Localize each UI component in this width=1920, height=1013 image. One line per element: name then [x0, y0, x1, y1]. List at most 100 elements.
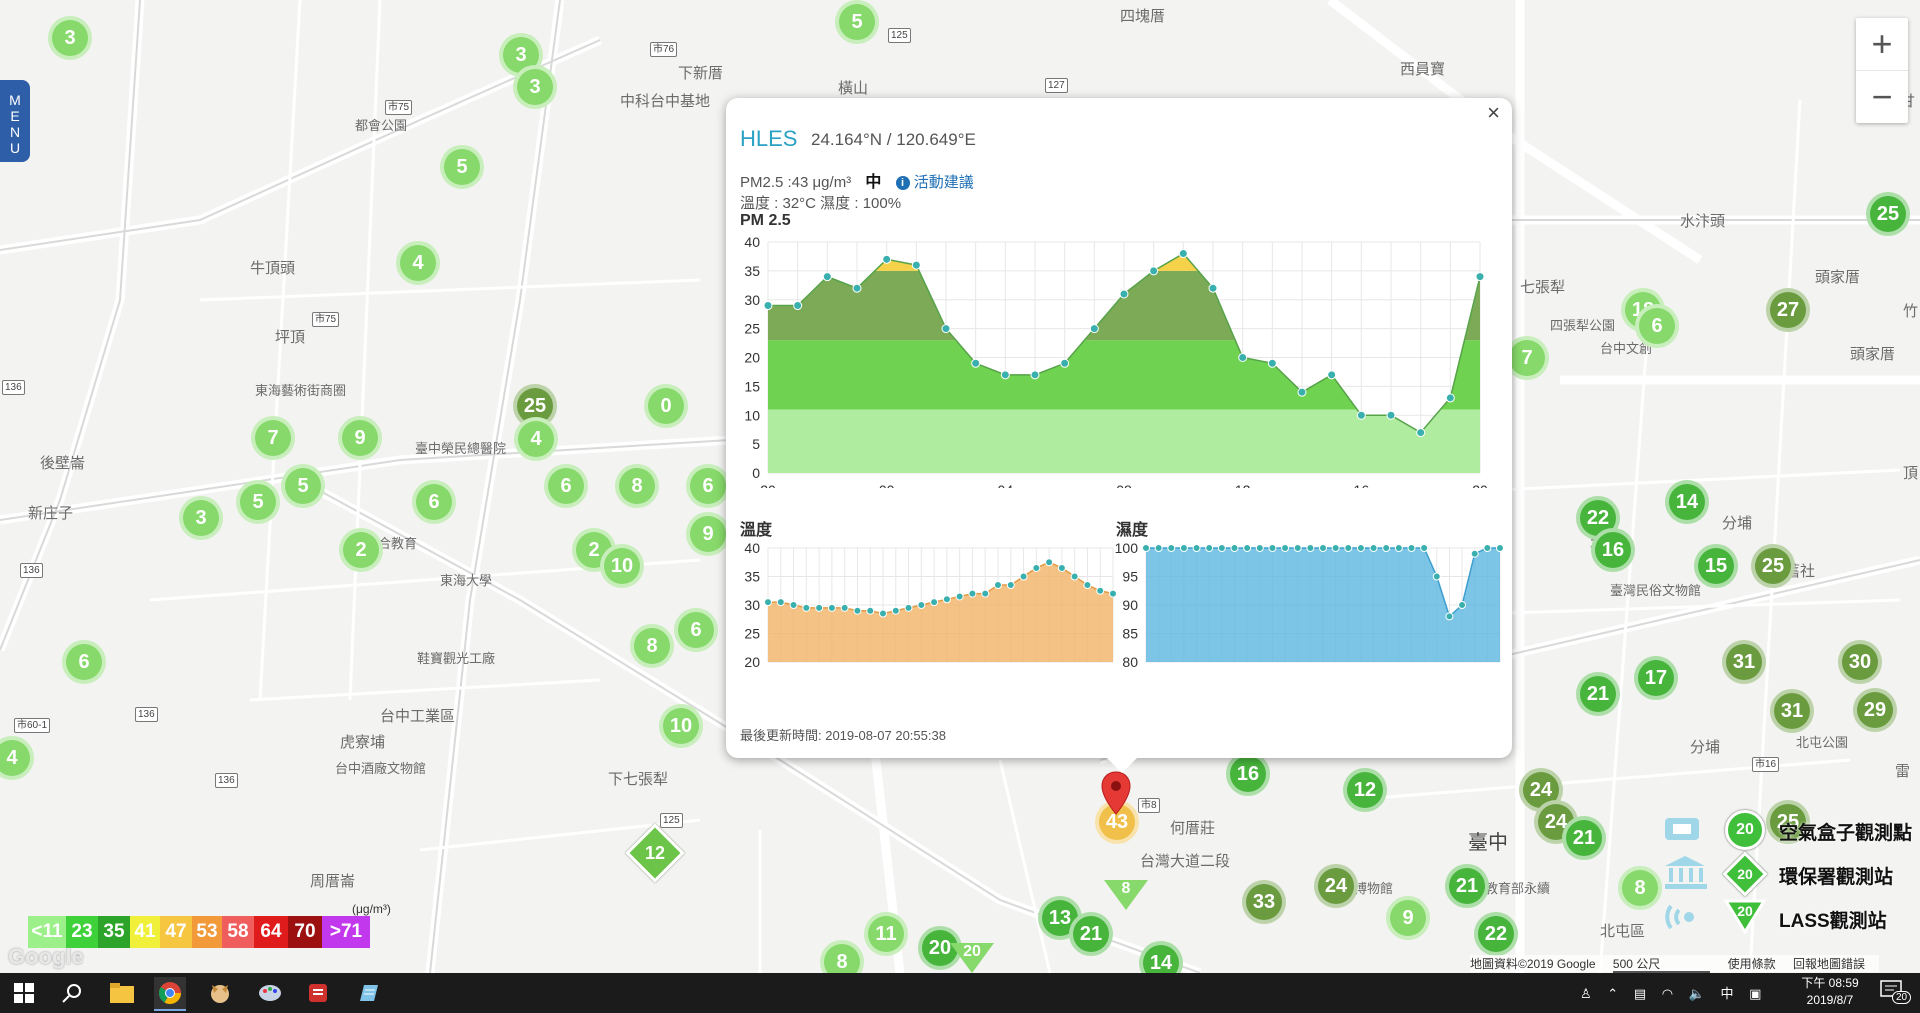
menu-tab[interactable]: MENU: [0, 80, 30, 162]
airbox-layer-toggle[interactable]: 20 空氣盒子觀測點: [1655, 810, 1920, 850]
y-tick-label: 25: [744, 626, 760, 642]
zoom-out-button[interactable]: −: [1856, 70, 1908, 123]
station-cluster-marker[interactable]: 14: [1665, 480, 1709, 524]
location-pin-icon[interactable]: [1100, 770, 1132, 818]
app-button[interactable]: [352, 977, 384, 1009]
station-cluster-marker[interactable]: 21: [1576, 672, 1620, 716]
red-app-icon: [309, 984, 327, 1002]
station-cluster-marker[interactable]: 6: [1635, 304, 1679, 348]
station-cluster-marker[interactable]: 31: [1770, 689, 1814, 733]
place-label: 坪頂: [275, 329, 306, 346]
station-cluster-marker[interactable]: 25: [1866, 192, 1910, 236]
data-point: [1458, 601, 1467, 609]
x-tick-label: 12: [1235, 482, 1251, 488]
system-clock[interactable]: 下午 08:59 2019/8/7: [1790, 975, 1870, 1009]
place-label: 下新厝: [678, 65, 724, 82]
station-cluster-marker[interactable]: 0: [644, 384, 688, 428]
station-cluster-marker[interactable]: 25: [1751, 544, 1795, 588]
y-tick-label: 5: [752, 436, 760, 452]
station-cluster-marker[interactable]: 31: [1722, 640, 1766, 684]
station-cluster-marker[interactable]: 9: [338, 416, 382, 460]
people-icon[interactable]: ♙: [1580, 986, 1592, 1001]
search-button[interactable]: [56, 977, 88, 1009]
station-cluster-marker[interactable]: 4: [396, 241, 440, 285]
volume-icon[interactable]: 🔈: [1689, 986, 1705, 1001]
network-icon[interactable]: ▤: [1634, 986, 1646, 1001]
station-cluster-marker[interactable]: 30: [1838, 640, 1882, 684]
file-explorer-button[interactable]: [106, 977, 138, 1009]
airbox-marker-icon: 20: [1725, 810, 1765, 850]
y-tick-label: 30: [744, 292, 760, 308]
data-point: [1356, 544, 1365, 552]
chevron-up-icon[interactable]: ⌃: [1607, 986, 1618, 1001]
station-cluster-marker[interactable]: 21: [1069, 912, 1113, 956]
station-cluster-marker[interactable]: 8: [630, 624, 674, 668]
station-cluster-marker[interactable]: 5: [835, 0, 879, 44]
station-cluster-marker[interactable]: 21: [1445, 864, 1489, 908]
y-tick-label: 40: [744, 234, 760, 250]
station-cluster-marker[interactable]: 5: [281, 464, 325, 508]
lass-station-marker[interactable]: 20: [950, 943, 994, 973]
station-cluster-marker[interactable]: 22: [1474, 912, 1518, 956]
station-cluster-marker[interactable]: 6: [674, 608, 718, 652]
station-cluster-marker[interactable]: 33: [1242, 880, 1286, 924]
last-updated-time: 最後更新時間: 2019-08-07 20:55:38: [740, 728, 946, 743]
station-cluster-marker[interactable]: 11: [864, 912, 908, 956]
station-cluster-marker[interactable]: 16: [1591, 528, 1635, 572]
station-cluster-marker[interactable]: 3: [513, 65, 557, 109]
station-cluster-marker[interactable]: 21: [1562, 816, 1606, 860]
station-cluster-marker[interactable]: 7: [251, 416, 295, 460]
station-cluster-marker[interactable]: 9: [686, 512, 730, 556]
report-error-link[interactable]: 回報地圖錯誤: [1793, 957, 1865, 971]
station-cluster-marker[interactable]: 2: [339, 528, 383, 572]
station-cluster-marker[interactable]: 6: [412, 480, 456, 524]
lass-station-marker[interactable]: 8: [1104, 880, 1148, 910]
station-cluster-marker[interactable]: 6: [62, 640, 106, 684]
station-cluster-marker[interactable]: 10: [600, 544, 644, 588]
epa-layer-label: 環保署觀測站: [1779, 867, 1894, 888]
station-cluster-marker[interactable]: 4: [514, 417, 558, 461]
station-cluster-marker[interactable]: 5: [236, 480, 280, 524]
activity-advice-link[interactable]: i 活動建議: [895, 174, 974, 191]
station-cluster-marker[interactable]: 27: [1766, 288, 1810, 332]
wifi-icon[interactable]: ◠: [1662, 986, 1673, 1001]
chrome-button[interactable]: [154, 977, 186, 1011]
close-popup-button[interactable]: ×: [1487, 100, 1500, 126]
start-button[interactable]: [8, 977, 40, 1009]
terms-link[interactable]: 使用條款: [1728, 957, 1776, 971]
station-cluster-marker[interactable]: 5: [440, 145, 484, 189]
app-button[interactable]: [204, 977, 236, 1009]
data-point: [1045, 558, 1054, 567]
app-button[interactable]: [302, 977, 334, 1009]
station-cluster-marker[interactable]: 16: [1226, 752, 1270, 796]
station-cluster-marker[interactable]: 9: [1386, 896, 1430, 940]
station-cluster-marker[interactable]: 3: [179, 496, 223, 540]
station-cluster-marker[interactable]: 17: [1634, 656, 1678, 700]
station-cluster-marker[interactable]: 10: [659, 704, 703, 748]
place-label: 七張犁: [1520, 279, 1566, 296]
app-button[interactable]: [254, 977, 286, 1009]
place-label: 周厝崙: [310, 873, 356, 890]
zoom-in-button[interactable]: +: [1856, 18, 1908, 70]
y-tick-label: 0: [752, 465, 760, 481]
pm-band-area: [768, 409, 1480, 473]
keyboard-icon[interactable]: ▣: [1749, 986, 1761, 1001]
station-cluster-marker[interactable]: 15: [1694, 544, 1738, 588]
station-cluster-marker[interactable]: 24: [1314, 864, 1358, 908]
data-point: [1089, 324, 1099, 334]
station-cluster-marker[interactable]: 29: [1853, 688, 1897, 732]
data-point: [866, 606, 875, 615]
station-cluster-marker[interactable]: 8: [615, 464, 659, 508]
notifications-button[interactable]: 20: [1880, 979, 1912, 1007]
road-number: 136: [20, 563, 43, 578]
data-point: [1267, 358, 1277, 368]
lass-layer-toggle[interactable]: 20 LASS觀測站: [1655, 898, 1920, 938]
epa-layer-toggle[interactable]: 20 環保署觀測站: [1655, 851, 1920, 897]
lass-layer-label: LASS觀測站: [1779, 911, 1887, 932]
station-cluster-marker[interactable]: 6: [686, 464, 730, 508]
station-cluster-marker[interactable]: 12: [1343, 768, 1387, 812]
station-cluster-marker[interactable]: 3: [48, 16, 92, 60]
ime-indicator[interactable]: 中: [1721, 986, 1734, 1001]
data-point: [1167, 544, 1176, 552]
station-cluster-marker[interactable]: 6: [544, 464, 588, 508]
